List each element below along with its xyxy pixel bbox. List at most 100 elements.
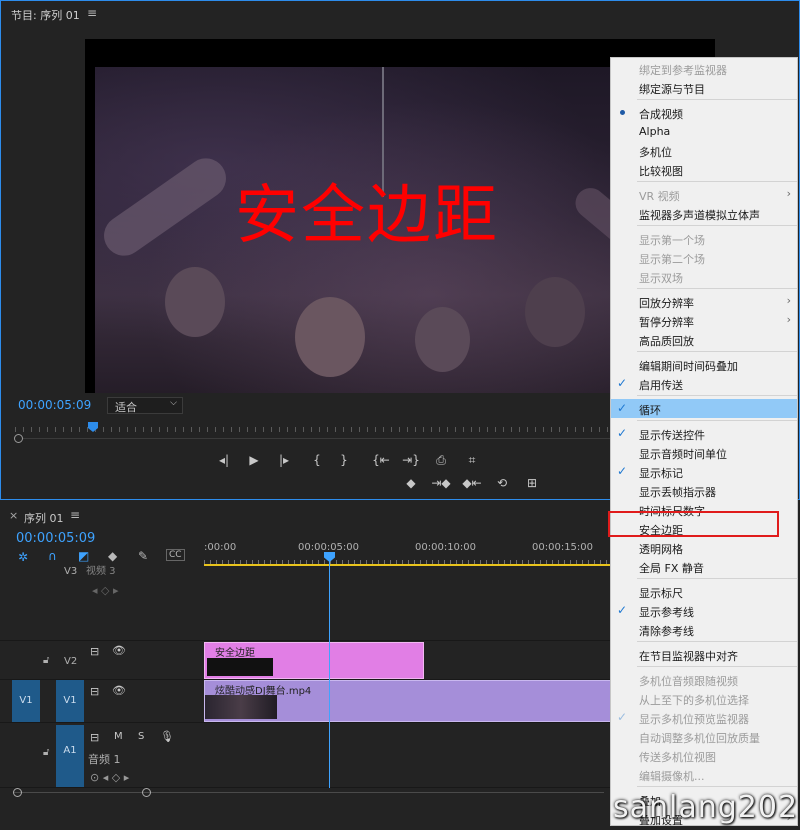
menu-item[interactable]: 显示音频时间单位 bbox=[611, 443, 797, 462]
menu-separator bbox=[637, 420, 797, 421]
step-forward-icon[interactable]: |▸ bbox=[274, 453, 294, 467]
loop-icon[interactable]: ⟲ bbox=[492, 476, 512, 490]
submenu-arrow-icon: › bbox=[786, 187, 791, 200]
menu-item[interactable]: ✓ 循环 bbox=[611, 399, 797, 418]
track-lane-v3[interactable] bbox=[204, 566, 614, 641]
menu-item-label: 显示双场 bbox=[639, 272, 683, 285]
toggle-sync-icon[interactable]: ⊟ bbox=[90, 685, 99, 698]
highlight-box bbox=[608, 511, 779, 537]
keyframe-nav-icon[interactable]: ◂ ◇ ▸ bbox=[92, 584, 119, 597]
menu-item[interactable]: ✓ 显示标记 bbox=[611, 462, 797, 481]
menu-separator bbox=[637, 641, 797, 642]
solo-button[interactable]: S bbox=[138, 731, 144, 742]
sequence-timecode[interactable]: 00:00:05:09 bbox=[16, 531, 95, 546]
timeline-playhead-line[interactable] bbox=[329, 556, 330, 788]
monitor-time-ruler[interactable] bbox=[15, 421, 611, 435]
next-marker-icon[interactable]: ⇥◆ bbox=[431, 476, 451, 490]
scrollbar-handle[interactable] bbox=[142, 788, 151, 797]
clip-thumbnail bbox=[205, 695, 277, 719]
linked-selection-icon[interactable]: ◩ bbox=[78, 549, 89, 563]
track-header-v3[interactable]: V3 视频 3 ◂ ◇ ▸ bbox=[0, 566, 204, 641]
multicam-icon[interactable]: ⊞ bbox=[522, 476, 542, 490]
track-header-a1[interactable]: 🔓︎ A1 ⊟ M S 🎙︎ 音频 1 ⊙ ◂ ◇ ▸ bbox=[0, 725, 204, 788]
track-target-v1[interactable]: V1 bbox=[56, 680, 84, 722]
ruler-label: 00:00:05:00 bbox=[298, 542, 360, 553]
menu-item: 传送多机位视图 bbox=[611, 746, 797, 765]
menu-item[interactable]: ✓ 显示传送控件 bbox=[611, 424, 797, 443]
program-timecode[interactable]: 00:00:05:09 bbox=[18, 398, 91, 412]
menu-item[interactable]: ✓ 启用传送 bbox=[611, 374, 797, 393]
lift-icon[interactable]: ⎙ bbox=[431, 453, 451, 468]
add-marker-icon[interactable]: ◆ bbox=[401, 476, 421, 490]
scrollbar-handle[interactable] bbox=[14, 434, 23, 443]
menu-item: 从上至下的多机位选择 bbox=[611, 689, 797, 708]
menu-item[interactable]: 暂停分辨率 › bbox=[611, 311, 797, 330]
title-clip[interactable]: 安全边距 bbox=[204, 642, 424, 679]
toggle-sync-icon[interactable]: ⊟ bbox=[90, 645, 99, 658]
toggle-sync-icon[interactable]: ⊟ bbox=[90, 731, 99, 744]
eye-icon[interactable]: 👁︎ bbox=[112, 644, 126, 657]
zoom-scrollbar[interactable] bbox=[15, 438, 611, 439]
captions-icon[interactable]: CC bbox=[166, 549, 185, 561]
menu-item[interactable]: 监视器多声道模拟立体声 bbox=[611, 204, 797, 223]
add-marker-icon[interactable]: ◆ bbox=[108, 549, 117, 563]
panel-menu-icon[interactable]: ≡ bbox=[87, 6, 97, 20]
mark-in-icon[interactable]: { bbox=[307, 453, 327, 467]
close-icon[interactable]: × bbox=[9, 509, 18, 522]
menu-item[interactable]: ✓ 显示参考线 bbox=[611, 601, 797, 620]
menu-separator bbox=[637, 288, 797, 289]
nest-icon[interactable]: ✲ bbox=[18, 550, 28, 564]
track-header-v1[interactable]: V1 V1 ⊟ 👁︎ bbox=[0, 680, 204, 723]
menu-item[interactable]: 全局 FX 静音 bbox=[611, 557, 797, 576]
track-label: 视频 3 bbox=[86, 566, 116, 577]
track-lane-v2[interactable]: 安全边距 bbox=[204, 641, 614, 680]
mark-out-icon[interactable]: } bbox=[334, 453, 354, 467]
menu-item[interactable]: 清除参考线 bbox=[611, 620, 797, 639]
menu-item[interactable]: 高品质回放 bbox=[611, 330, 797, 349]
program-monitor-title[interactable]: 节目: 序列 01 bbox=[11, 7, 80, 23]
track-lane-a1[interactable] bbox=[204, 725, 614, 788]
track-header-v2[interactable]: 🔓︎ V2 ⊟ 👁︎ bbox=[0, 641, 204, 680]
menu-item[interactable]: 回放分辨率 › bbox=[611, 292, 797, 311]
menu-item[interactable]: 显示标尺 bbox=[611, 582, 797, 601]
lock-icon[interactable]: 🔓︎ bbox=[43, 747, 49, 758]
microphone-icon[interactable]: 🎙︎ bbox=[160, 730, 174, 743]
timeline-scrollbar[interactable] bbox=[14, 792, 604, 793]
go-to-out-icon[interactable]: ⇥} bbox=[401, 453, 421, 467]
menu-item[interactable]: 显示丢帧指示器 bbox=[611, 481, 797, 500]
play-icon[interactable]: ▶ bbox=[244, 453, 264, 467]
sequence-tab-title[interactable]: 序列 01 bbox=[24, 510, 64, 526]
wrench-icon[interactable]: ✎ bbox=[138, 549, 148, 563]
menu-item[interactable]: 透明网格 bbox=[611, 538, 797, 557]
volume-keyframe-icon[interactable]: ⊙ ◂ ◇ ▸ bbox=[90, 771, 129, 784]
menu-item[interactable]: 编辑期间时间码叠加 bbox=[611, 355, 797, 374]
radio-dot-icon bbox=[620, 110, 625, 115]
menu-item[interactable]: 多机位 bbox=[611, 141, 797, 160]
camera-icon[interactable]: ⌗ bbox=[462, 453, 482, 468]
watermark-text: sanlang2021 bbox=[613, 790, 800, 825]
go-to-in-icon[interactable]: {⇤ bbox=[371, 453, 391, 467]
lock-icon[interactable]: 🔓︎ bbox=[43, 655, 49, 666]
zoom-level-dropdown[interactable]: 适合 ⌵ bbox=[107, 397, 183, 414]
previous-marker-icon[interactable]: ◆⇤ bbox=[462, 476, 482, 490]
menu-separator bbox=[637, 225, 797, 226]
menu-item-label: 透明网格 bbox=[639, 543, 683, 556]
track-target-a1[interactable]: A1 bbox=[56, 725, 84, 787]
menu-item[interactable]: 合成视频 bbox=[611, 103, 797, 122]
eye-icon[interactable]: 👁︎ bbox=[112, 684, 126, 697]
scrollbar-handle[interactable] bbox=[13, 788, 22, 797]
panel-menu-icon[interactable]: ≡ bbox=[70, 508, 80, 522]
menu-item[interactable]: 在节目监视器中对齐 bbox=[611, 645, 797, 664]
menu-item[interactable]: 比较视图 bbox=[611, 160, 797, 179]
track-lane-v1[interactable]: 炫酷动感DJ舞台.mp4 bbox=[204, 680, 614, 723]
step-back-icon[interactable]: ◂| bbox=[214, 453, 234, 467]
snap-icon[interactable]: ∩ bbox=[48, 549, 57, 563]
video-clip[interactable]: 炫酷动感DJ舞台.mp4 bbox=[204, 680, 614, 722]
mute-button[interactable]: M bbox=[114, 731, 123, 742]
source-patch-v1[interactable]: V1 bbox=[12, 680, 40, 722]
track-name: V3 bbox=[64, 566, 78, 577]
menu-item[interactable]: 绑定源与节目 bbox=[611, 78, 797, 97]
menu-item: 显示第二个场 bbox=[611, 248, 797, 267]
menu-item[interactable]: Alpha bbox=[611, 122, 797, 141]
monitor-context-menu: 绑定到参考监视器 绑定源与节目 合成视频 Alpha 多机位 比较视图 VR 视频 › 监视器多… bbox=[610, 57, 798, 827]
